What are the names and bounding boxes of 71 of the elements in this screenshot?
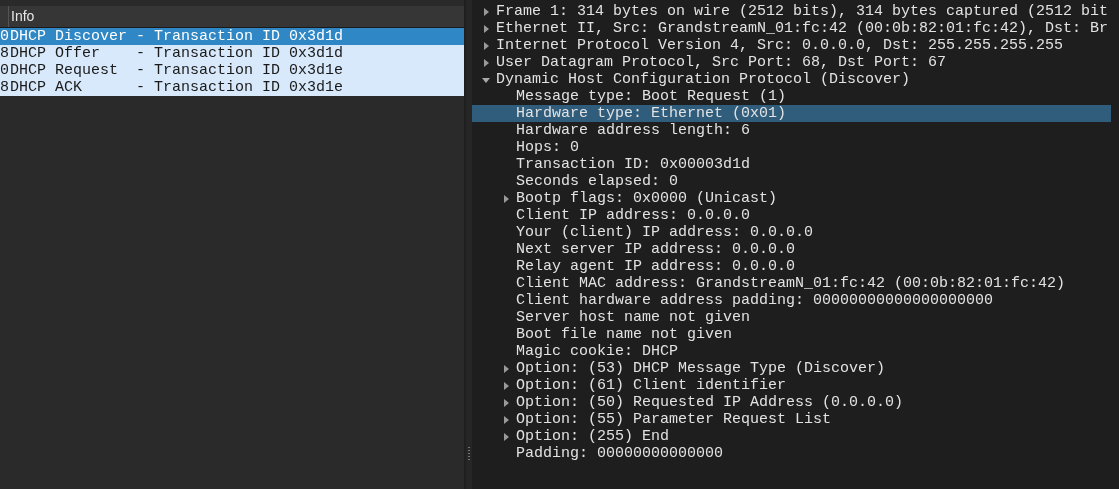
tree-item-label: Server host name not given [516, 309, 751, 326]
tree-item[interactable]: Hardware type: Ethernet (0x01) [472, 105, 1111, 122]
tree-item[interactable]: Boot file name not given [472, 326, 1111, 343]
splitter-handle[interactable] [468, 447, 470, 461]
tree-item[interactable]: Option: (50) Requested IP Address (0.0.0.0) [472, 394, 1111, 411]
tree-item[interactable]: Message type: Boot Request (1) [472, 88, 1111, 105]
packet-row[interactable]: 8DHCP ACK - Transaction ID 0x3d1e [0, 79, 464, 96]
tree-item[interactable]: Option: (61) Client identifier [472, 377, 1111, 394]
tree-item-label: Bootp flags: 0x0000 (Unicast) [516, 190, 778, 207]
tree-item-label: Padding: 00000000000000 [516, 445, 724, 462]
tree-item[interactable]: Next server IP address: 0.0.0.0 [472, 241, 1111, 258]
expand-arrow-icon[interactable] [483, 58, 489, 67]
tree-item[interactable]: User Datagram Protocol, Src Port: 68, Dst Port: 67 [472, 54, 1111, 71]
tree-item-label: Seconds elapsed: 0 [516, 173, 679, 190]
expand-arrow-icon[interactable] [503, 432, 509, 441]
tree-item-label: Relay agent IP address: 0.0.0.0 [516, 258, 796, 275]
tree-item-label: User Datagram Protocol, Src Port: 68, Dst Port: 67 [496, 54, 947, 71]
table-cell: 0 [0, 28, 9, 45]
expand-arrow-icon[interactable] [483, 24, 489, 33]
tree-item-label: Option: (255) End [516, 428, 670, 445]
expand-arrow-icon[interactable] [483, 41, 489, 50]
table-cell: DHCP ACK - Transaction ID 0x3d1e [9, 79, 344, 96]
table-cell: DHCP Request - Transaction ID 0x3d1e [9, 62, 344, 79]
table-cell: 8 [0, 79, 9, 96]
tree-item-label: Magic cookie: DHCP [516, 343, 679, 360]
table-cell: DHCP Offer - Transaction ID 0x3d1d [9, 45, 344, 62]
tree-item[interactable]: Hardware address length: 6 [472, 122, 1111, 139]
tree-item[interactable]: Transaction ID: 0x00003d1d [472, 156, 1111, 173]
tree-item-label: Next server IP address: 0.0.0.0 [516, 241, 796, 258]
table-cell: 8 [0, 45, 9, 62]
tree-item[interactable]: Option: (53) DHCP Message Type (Discover) [472, 360, 1111, 377]
expand-arrow-icon[interactable] [503, 381, 509, 390]
expand-arrow-icon[interactable] [503, 398, 509, 407]
table-cell: DHCP Discover - Transaction ID 0x3d1d [9, 28, 344, 45]
tree-item-label: Option: (53) DHCP Message Type (Discover) [516, 360, 886, 377]
tree-item[interactable]: Seconds elapsed: 0 [472, 173, 1111, 190]
column-header[interactable]: Info [9, 6, 35, 27]
tree-item[interactable]: Bootp flags: 0x0000 (Unicast) [472, 190, 1111, 207]
tree-item-label: Transaction ID: 0x00003d1d [516, 156, 751, 173]
expand-arrow-icon[interactable] [503, 194, 509, 203]
tree-item[interactable]: Server host name not given [472, 309, 1111, 326]
tree-item-label: Hardware address length: 6 [516, 122, 751, 139]
tree-item[interactable]: Your (client) IP address: 0.0.0.0 [472, 224, 1111, 241]
tree-item-label: Boot file name not given [516, 326, 733, 343]
packet-row[interactable]: 0DHCP Request - Transaction ID 0x3d1e [0, 62, 464, 79]
tree-item-label: Option: (55) Parameter Request List [516, 411, 832, 428]
tree-item[interactable]: Padding: 00000000000000 [472, 445, 1111, 462]
expand-arrow-icon[interactable] [503, 415, 509, 424]
expand-arrow-icon[interactable] [503, 364, 509, 373]
tree-item-label: Message type: Boot Request (1) [516, 88, 787, 105]
tree-item[interactable]: Magic cookie: DHCP [472, 343, 1111, 360]
tree-item[interactable]: Option: (55) Parameter Request List [472, 411, 1111, 428]
tree-item-label: Client IP address: 0.0.0.0 [516, 207, 751, 224]
tree-item-label: Option: (50) Requested IP Address (0.0.0.0) [516, 394, 904, 411]
tree-item[interactable]: Client IP address: 0.0.0.0 [472, 207, 1111, 224]
tree-item[interactable]: Dynamic Host Configuration Protocol (Discover) [472, 71, 1111, 88]
tree-item-label: Option: (61) Client identifier [516, 377, 787, 394]
tree-item-label: Hops: 0 [516, 139, 579, 156]
tree-item[interactable]: Client hardware address padding: 00000000000000000000 [472, 292, 1111, 309]
packet-row[interactable]: 0DHCP Discover - Transaction ID 0x3d1d [0, 28, 464, 45]
table-cell: 0 [0, 62, 9, 79]
expand-arrow-icon[interactable] [483, 7, 489, 16]
collapse-arrow-icon[interactable] [482, 76, 490, 83]
tree-item[interactable]: Option: (255) End [472, 428, 1111, 445]
tree-item-label: Your (client) IP address: 0.0.0.0 [516, 224, 814, 241]
packet-row[interactable]: 8DHCP Offer - Transaction ID 0x3d1d [0, 45, 464, 62]
tree-item-label: Hardware type: Ethernet (0x01) [516, 105, 787, 122]
tree-item-label: Dynamic Host Configuration Protocol (Discover) [496, 71, 911, 88]
tree-item[interactable]: Relay agent IP address: 0.0.0.0 [472, 258, 1111, 275]
tree-item-label: Client hardware address padding: 00000000000000000000 [516, 292, 994, 309]
tree-item[interactable]: Hops: 0 [472, 139, 1111, 156]
